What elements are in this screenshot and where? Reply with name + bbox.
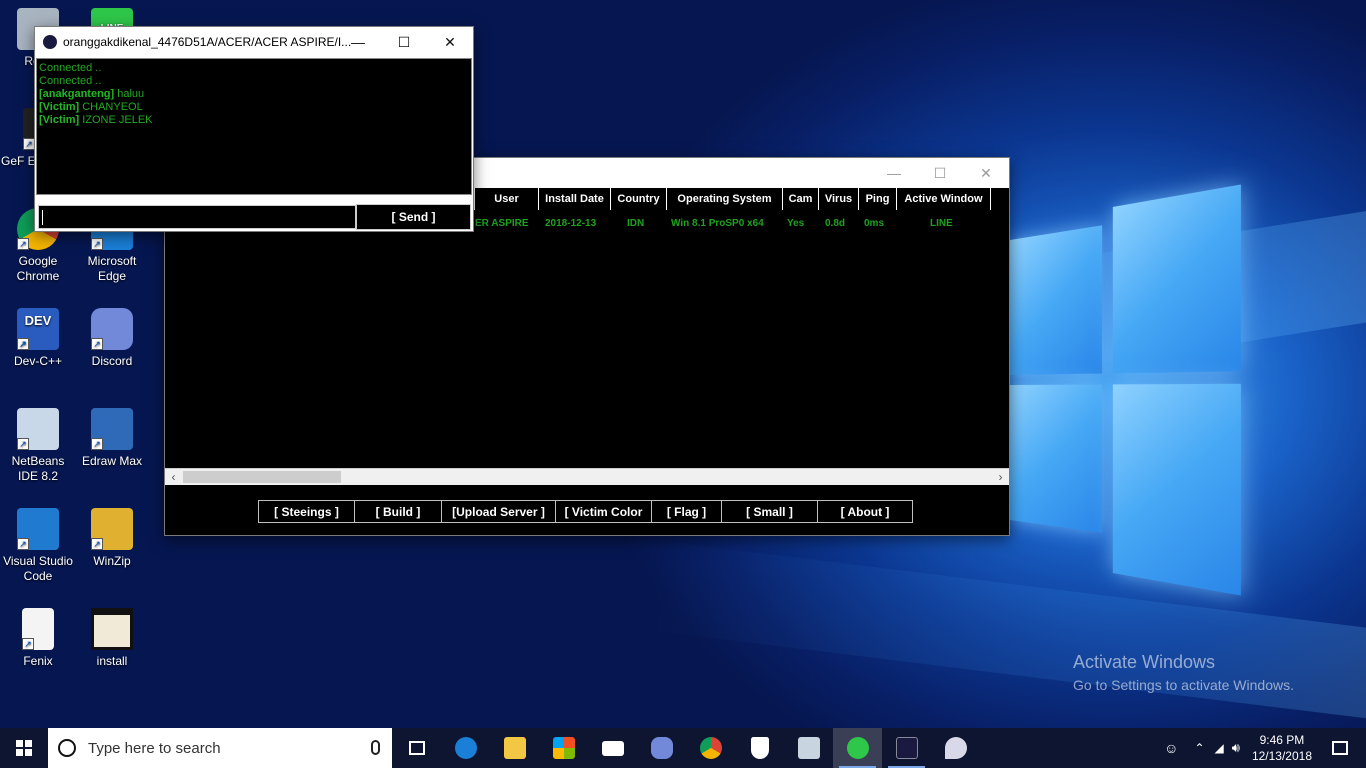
dev-cpp-icon: DEV ↗ [17,308,59,350]
taskbar: Type here to search ☺ ⌃ ◢ 🔊︎ 9:46 PM 12/… [0,728,1366,768]
window-file-icon [91,608,133,650]
chat-line: Connected .. [39,62,102,74]
windows-logo-wallpaper [1010,184,1241,596]
edge-icon [454,737,477,759]
chat-line: [Victim] IZONE JELEK [39,114,153,126]
desktop-icon-dev-cpp[interactable]: DEV ↗ Dev-C++ [0,308,76,369]
start-button[interactable] [0,728,48,768]
activate-windows-watermark: Activate Windows Go to Settings to activ… [1073,652,1294,693]
flag-button[interactable]: [ Flag ] [651,500,722,523]
toolbar: [ Steeings ] [ Build ] [Upload Server ] … [258,500,913,524]
small-button[interactable]: [ Small ] [721,500,818,523]
microphone-icon[interactable] [371,740,380,755]
line-icon [846,737,869,759]
send-button[interactable]: [ Send ] [356,204,471,230]
maximize-button[interactable]: ☐ [917,158,963,188]
mail-icon [601,740,624,756]
desktop-icon-fenix[interactable]: ↗ Fenix [0,608,76,669]
column-header-country[interactable]: Country [611,188,667,210]
close-button[interactable]: ✕ [427,27,473,57]
people-icon[interactable]: ☺ [1164,740,1178,756]
desktop-icon-vscode[interactable]: ↗ Visual Studio Code [0,508,76,584]
chat-message-input[interactable] [38,205,356,229]
file-icon: ↗ [22,608,54,650]
clock[interactable]: 9:46 PM 12/13/2018 [1252,732,1312,764]
minimize-button[interactable]: — [335,27,381,57]
winzip-icon: ↗ [91,508,133,550]
satellite-icon [944,737,967,759]
shield-icon [750,737,769,759]
desktop-icon-discord[interactable]: ↗ Discord [74,308,150,369]
taskbar-mail[interactable] [588,728,637,768]
chevron-up-icon[interactable]: ⌃ [1194,741,1204,755]
task-view-button[interactable] [392,728,441,768]
store-icon [552,737,575,759]
desktop-icon-install[interactable]: install [74,608,150,669]
discord-icon: ↗ [91,308,133,350]
column-header-active-window[interactable]: Active Window [897,188,991,210]
build-button[interactable]: [ Build ] [354,500,442,523]
cortana-icon [58,739,76,757]
chat-window: oranggakdikenal_4476D51A/ACER/ACER ASPIR… [34,26,474,232]
chat-log[interactable]: Connected .. Connected .. [anakganteng] … [36,58,472,195]
taskbar-edge[interactable] [441,728,490,768]
column-header-install-date[interactable]: Install Date [539,188,611,210]
light-beam [644,540,1366,728]
netbeans-icon: ↗ [17,408,59,450]
folder-icon [503,737,526,759]
settings-button[interactable]: [ Steeings ] [258,500,355,523]
system-tray: ☺ ⌃ ◢ 🔊︎ 9:46 PM 12/13/2018 [1164,728,1366,768]
desktop: Recy LINE ↗ GeF Expe ↗ Google Chrome ↗ M… [0,0,1366,728]
scroll-left-icon[interactable]: ‹ [165,469,182,486]
horizontal-scrollbar[interactable]: ‹ › [165,468,1009,485]
maximize-button[interactable]: ☐ [381,27,427,57]
chat-line: [anakganteng] haluu [39,88,145,100]
taskbar-search-box[interactable]: Type here to search [48,728,392,768]
notification-icon[interactable] [1332,741,1348,755]
scroll-right-icon[interactable]: › [992,469,1009,486]
taskbar-photos[interactable] [784,728,833,768]
chat-line: [Victim] CHANYEOL [39,101,143,113]
taskbar-store[interactable] [539,728,588,768]
taskbar-defender[interactable] [735,728,784,768]
column-header-ping[interactable]: Ping [859,188,897,210]
chat-titlebar[interactable]: oranggakdikenal_4476D51A/ACER/ACER ASPIR… [35,27,473,57]
taskbar-satellite-app[interactable] [931,728,980,768]
close-button[interactable]: ✕ [963,158,1009,188]
task-view-icon [408,741,425,755]
about-button[interactable]: [ About ] [817,500,913,523]
volume-icon[interactable]: 🔊︎ [1232,740,1240,756]
discord-icon [650,737,673,759]
victim-list[interactable]: ER ASPIRE 2018-12-13 IDN Win 8.1 ProSP0 … [165,212,1009,468]
edraw-icon: ↗ [91,408,133,450]
chat-line: Connected .. [39,75,102,87]
column-header-virus[interactable]: Virus [819,188,859,210]
chrome-icon [699,737,722,759]
taskbar-file-explorer[interactable] [490,728,539,768]
column-header-operating-system[interactable]: Operating System [667,188,783,210]
victim-color-button[interactable]: [ Victim Color [555,500,652,523]
vscode-icon: ↗ [17,508,59,550]
taskbar-chrome[interactable] [686,728,735,768]
photos-icon [797,737,820,759]
scroll-thumb[interactable] [183,471,341,483]
app-logo-icon [43,35,57,49]
column-header-cam[interactable]: Cam [783,188,819,210]
upload-server-button[interactable]: [Upload Server ] [441,500,556,523]
desktop-icon-edraw-max[interactable]: ↗ Edraw Max [74,408,150,469]
chat-title: oranggakdikenal_4476D51A/ACER/ACER ASPIR… [63,35,352,49]
taskbar-rat-app[interactable] [882,728,931,768]
taskbar-discord[interactable] [637,728,686,768]
app-logo-icon [895,737,918,759]
windows-start-icon [16,740,32,756]
column-header-user[interactable]: User [475,188,539,210]
desktop-icon-netbeans[interactable]: ↗ NetBeans IDE 8.2 [0,408,76,484]
network-icon[interactable]: ◢ [1215,741,1224,755]
taskbar-line[interactable] [833,728,882,768]
minimize-button[interactable]: — [871,158,917,188]
desktop-icon-winzip[interactable]: ↗ WinZip [74,508,150,569]
